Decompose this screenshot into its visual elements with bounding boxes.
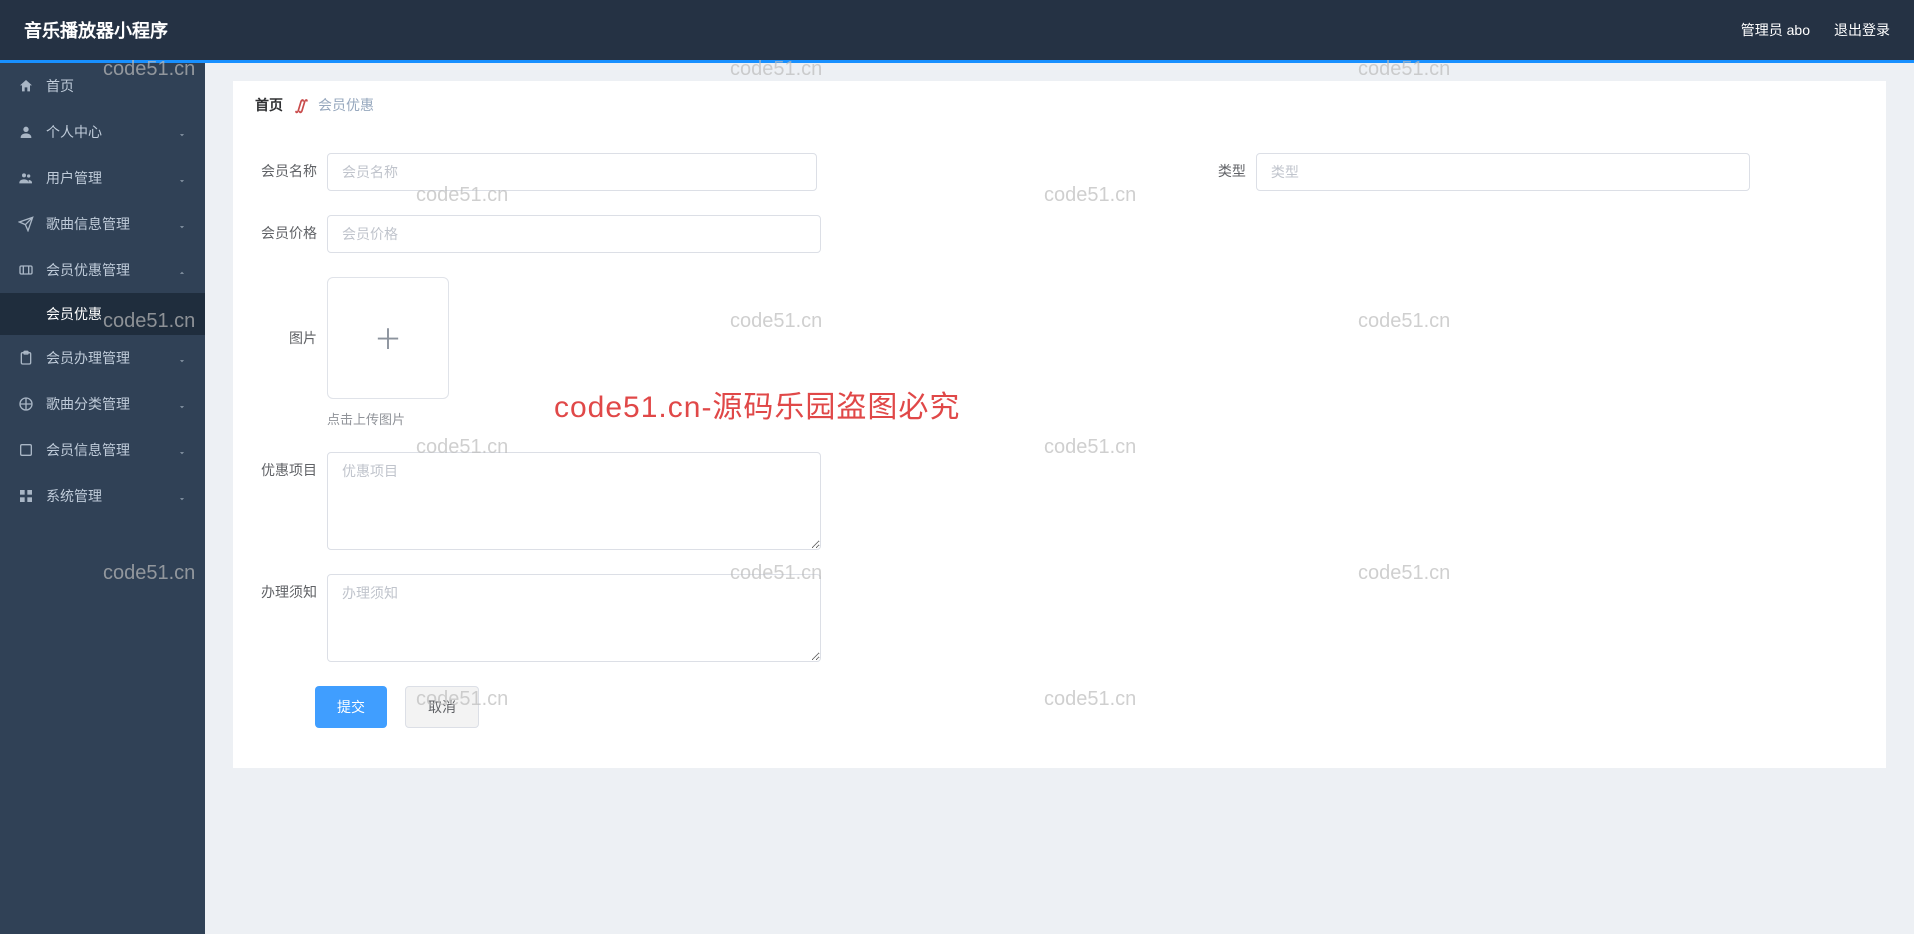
sidebar-item-song-category[interactable]: 歌曲分类管理 — [0, 381, 205, 427]
chevron-down-icon — [177, 219, 187, 229]
label-benefit: 优惠项目 — [255, 452, 317, 488]
textarea-benefit[interactable] — [327, 452, 821, 550]
chevron-down-icon — [177, 173, 187, 183]
main-content: 首页 ∬ 会员优惠 会员名称 类型 — [205, 63, 1914, 934]
sidebar-item-song-info[interactable]: 歌曲信息管理 — [0, 201, 205, 247]
users-icon — [18, 170, 34, 186]
breadcrumb-home[interactable]: 首页 — [255, 95, 283, 115]
sidebar-item-label: 会员优惠管理 — [46, 260, 177, 280]
sidebar-item-label: 歌曲分类管理 — [46, 394, 177, 414]
sidebar-item-label: 会员信息管理 — [46, 440, 177, 460]
sidebar-item-member-coupon[interactable]: 会员优惠管理 — [0, 247, 205, 293]
textarea-notice[interactable] — [327, 574, 821, 662]
input-price[interactable] — [327, 215, 821, 253]
chevron-down-icon — [177, 399, 187, 409]
info-icon — [18, 442, 34, 458]
sidebar-item-label: 系统管理 — [46, 486, 177, 506]
sidebar: 首页 个人中心 用户管理 歌曲信息管理 — [0, 63, 205, 934]
user-icon — [18, 124, 34, 140]
chevron-down-icon — [177, 353, 187, 363]
breadcrumb: 首页 ∬ 会员优惠 — [233, 81, 1886, 129]
form: 会员名称 类型 会员价格 — [233, 129, 1886, 768]
plane-icon — [18, 216, 34, 232]
sidebar-submenu: 会员优惠 — [0, 293, 205, 335]
sidebar-item-label: 会员优惠 — [46, 304, 187, 324]
submit-button[interactable]: 提交 — [315, 686, 387, 728]
chevron-down-icon — [177, 491, 187, 501]
sidebar-item-member-info[interactable]: 会员信息管理 — [0, 427, 205, 473]
chevron-down-icon — [177, 127, 187, 137]
chevron-down-icon — [177, 445, 187, 455]
label-name: 会员名称 — [255, 153, 317, 189]
label-price: 会员价格 — [255, 215, 317, 251]
plus-icon: ＋ — [374, 318, 402, 358]
chevron-up-icon — [177, 265, 187, 275]
app-title: 音乐播放器小程序 — [24, 17, 168, 43]
input-member-name[interactable] — [327, 153, 817, 191]
clipboard-icon — [18, 350, 34, 366]
upload-image-box[interactable]: ＋ — [327, 277, 449, 399]
cancel-button[interactable]: 取消 — [405, 686, 479, 728]
sidebar-item-label: 歌曲信息管理 — [46, 214, 177, 234]
label-notice: 办理须知 — [255, 574, 317, 610]
sidebar-item-users[interactable]: 用户管理 — [0, 155, 205, 201]
home-icon — [18, 78, 34, 94]
sidebar-item-label: 用户管理 — [46, 168, 177, 188]
sidebar-subitem-member-coupon[interactable]: 会员优惠 — [46, 293, 205, 335]
top-header: 音乐播放器小程序 管理员 abo 退出登录 — [0, 0, 1914, 60]
sidebar-item-label: 首页 — [46, 76, 187, 96]
form-actions: 提交 取消 — [255, 686, 1864, 728]
sidebar-item-member-apply[interactable]: 会员办理管理 — [0, 335, 205, 381]
label-type: 类型 — [1204, 153, 1246, 189]
breadcrumb-separator-icon: ∬ — [295, 97, 306, 114]
breadcrumb-current: 会员优惠 — [318, 95, 374, 115]
sidebar-item-profile[interactable]: 个人中心 — [0, 109, 205, 155]
sidebar-item-home[interactable]: 首页 — [0, 63, 205, 109]
category-icon — [18, 396, 34, 412]
sidebar-item-label: 个人中心 — [46, 122, 177, 142]
header-right: 管理员 abo 退出登录 — [1741, 20, 1890, 40]
upload-hint: 点击上传图片 — [327, 409, 449, 428]
label-image: 图片 — [255, 277, 317, 399]
input-type[interactable] — [1256, 153, 1750, 191]
sidebar-item-label: 会员办理管理 — [46, 348, 177, 368]
sidebar-item-system[interactable]: 系统管理 — [0, 473, 205, 519]
coupon-icon — [18, 262, 34, 278]
logout-link[interactable]: 退出登录 — [1834, 20, 1890, 40]
grid-icon — [18, 488, 34, 504]
admin-label[interactable]: 管理员 abo — [1741, 20, 1810, 40]
